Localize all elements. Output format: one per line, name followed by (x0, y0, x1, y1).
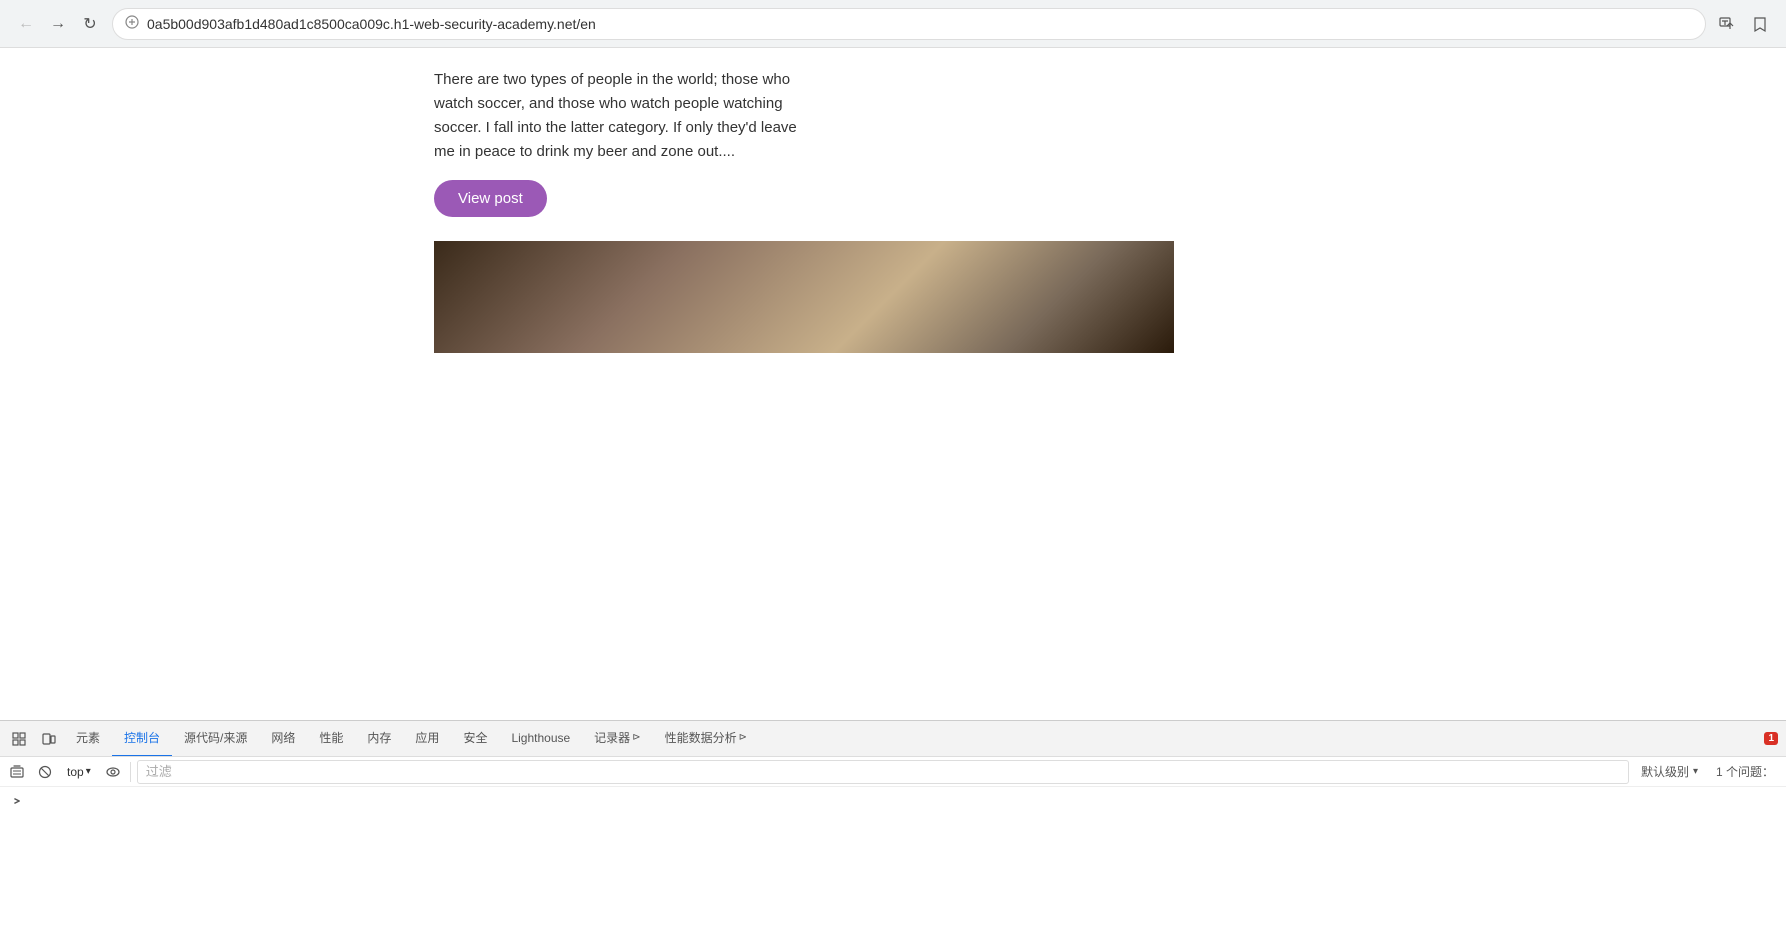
devtools-tabs: 元素 控制台 源代码/来源 网络 性能 内存 应用 安全 Lighthouse … (0, 721, 1786, 757)
tab-memory[interactable]: 内存 (355, 721, 403, 757)
forward-button[interactable]: → (44, 10, 72, 38)
blog-post-content: There are two types of people in the wor… (0, 48, 800, 237)
default-level-arrow: ▾ (1693, 766, 1698, 777)
frame-selector-arrow: ▾ (86, 766, 91, 777)
performance-insights-overflow-icon: ⊳ (739, 732, 747, 743)
url-text: 0a5b00d903afb1d480ad1c8500ca009c.h1-web-… (147, 16, 1693, 32)
blog-post-image (434, 241, 1174, 353)
tab-elements[interactable]: 元素 (64, 721, 112, 757)
default-level-selector[interactable]: 默认级别 ▾ (1635, 761, 1704, 782)
address-bar[interactable]: 0a5b00d903afb1d480ad1c8500ca009c.h1-web-… (112, 8, 1706, 40)
tab-security[interactable]: 安全 (451, 721, 499, 757)
view-post-button[interactable]: View post (434, 180, 547, 217)
devtools-panel: 元素 控制台 源代码/来源 网络 性能 内存 应用 安全 Lighthouse … (0, 720, 1786, 950)
blog-post-text: There are two types of people in the wor… (434, 68, 800, 164)
error-count-area: 1 (1760, 732, 1778, 745)
browser-actions (1714, 10, 1774, 38)
console-prompt[interactable] (8, 791, 1778, 811)
tab-performance[interactable]: 性能 (307, 721, 355, 757)
prohibit-button[interactable] (34, 761, 56, 783)
console-content (0, 787, 1786, 815)
inspect-element-button[interactable] (4, 724, 34, 754)
clear-console-button[interactable] (6, 761, 28, 783)
translate-button[interactable] (1714, 10, 1742, 38)
nav-buttons: ← → ↻ (12, 10, 104, 38)
console-toolbar: top ▾ 默认级别 ▾ 1 个问题： (0, 757, 1786, 787)
security-icon (125, 15, 139, 32)
error-badge: 1 (1764, 732, 1778, 745)
tab-performance-insights[interactable]: 性能数据分析 ⊳ (653, 721, 759, 757)
tab-lighthouse[interactable]: Lighthouse (499, 721, 582, 757)
refresh-button[interactable]: ↻ (76, 10, 104, 38)
tab-sources[interactable]: 源代码/来源 (172, 721, 259, 757)
tab-network[interactable]: 网络 (259, 721, 307, 757)
issues-count: 1 个问题： (1710, 763, 1780, 780)
tab-recorder[interactable]: 记录器 ⊳ (582, 721, 652, 757)
filter-wrapper[interactable] (137, 760, 1629, 784)
tab-console[interactable]: 控制台 (112, 721, 172, 757)
browser-chrome: ← → ↻ 0a5b00d903afb1d480ad1c8500ca009c.h… (0, 0, 1786, 48)
filter-input[interactable] (146, 764, 1620, 779)
bookmark-button[interactable] (1746, 10, 1774, 38)
frame-selector[interactable]: top ▾ (62, 762, 96, 782)
device-toggle-button[interactable] (34, 724, 64, 754)
back-button[interactable]: ← (12, 10, 40, 38)
page-content: There are two types of people in the wor… (0, 48, 1786, 720)
eye-button[interactable] (102, 761, 124, 783)
recorder-overflow-icon: ⊳ (632, 732, 640, 743)
filter-divider (130, 762, 131, 782)
tab-application[interactable]: 应用 (403, 721, 451, 757)
